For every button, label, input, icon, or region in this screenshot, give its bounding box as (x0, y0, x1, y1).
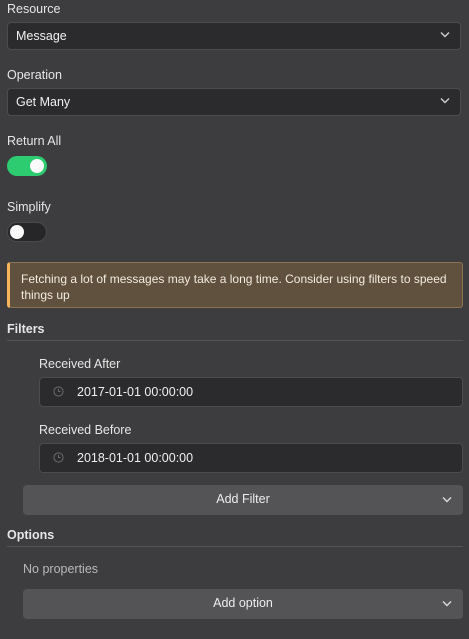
received-after-value: 2017-01-01 00:00:00 (77, 385, 194, 399)
resource-value: Message (16, 29, 67, 43)
operation-value: Get Many (16, 95, 71, 109)
chevron-down-icon (442, 497, 452, 503)
add-filter-button[interactable]: Add Filter (23, 485, 463, 515)
resource-select[interactable]: Message (7, 22, 461, 50)
operation-label: Operation (7, 68, 62, 82)
simplify-toggle[interactable] (7, 222, 47, 242)
warning-notice: Fetching a lot of messages may take a lo… (7, 262, 463, 308)
add-option-label: Add option (213, 596, 273, 610)
clock-icon (53, 386, 64, 397)
toggle-knob (30, 159, 44, 173)
divider (7, 340, 463, 341)
simplify-label: Simplify (7, 200, 51, 214)
received-after-input[interactable]: 2017-01-01 00:00:00 (39, 377, 463, 407)
toggle-knob (10, 225, 24, 239)
chevron-down-icon (440, 98, 450, 104)
return-all-toggle[interactable] (7, 156, 47, 176)
received-before-value: 2018-01-01 00:00:00 (77, 451, 194, 465)
add-option-button[interactable]: Add option (23, 589, 463, 619)
clock-icon (53, 452, 64, 463)
chevron-down-icon (442, 601, 452, 607)
received-after-label: Received After (39, 357, 121, 371)
operation-select[interactable]: Get Many (7, 88, 461, 116)
notice-text: Fetching a lot of messages may take a lo… (21, 272, 447, 302)
filters-heading: Filters (7, 322, 45, 336)
received-before-label: Received Before (39, 423, 132, 437)
add-filter-label: Add Filter (216, 492, 270, 506)
options-heading: Options (7, 528, 55, 542)
divider (7, 546, 463, 547)
chevron-down-icon (440, 32, 450, 38)
resource-label: Resource (7, 2, 61, 16)
received-before-input[interactable]: 2018-01-01 00:00:00 (39, 443, 463, 473)
no-properties-text: No properties (23, 562, 99, 576)
return-all-label: Return All (7, 134, 62, 148)
